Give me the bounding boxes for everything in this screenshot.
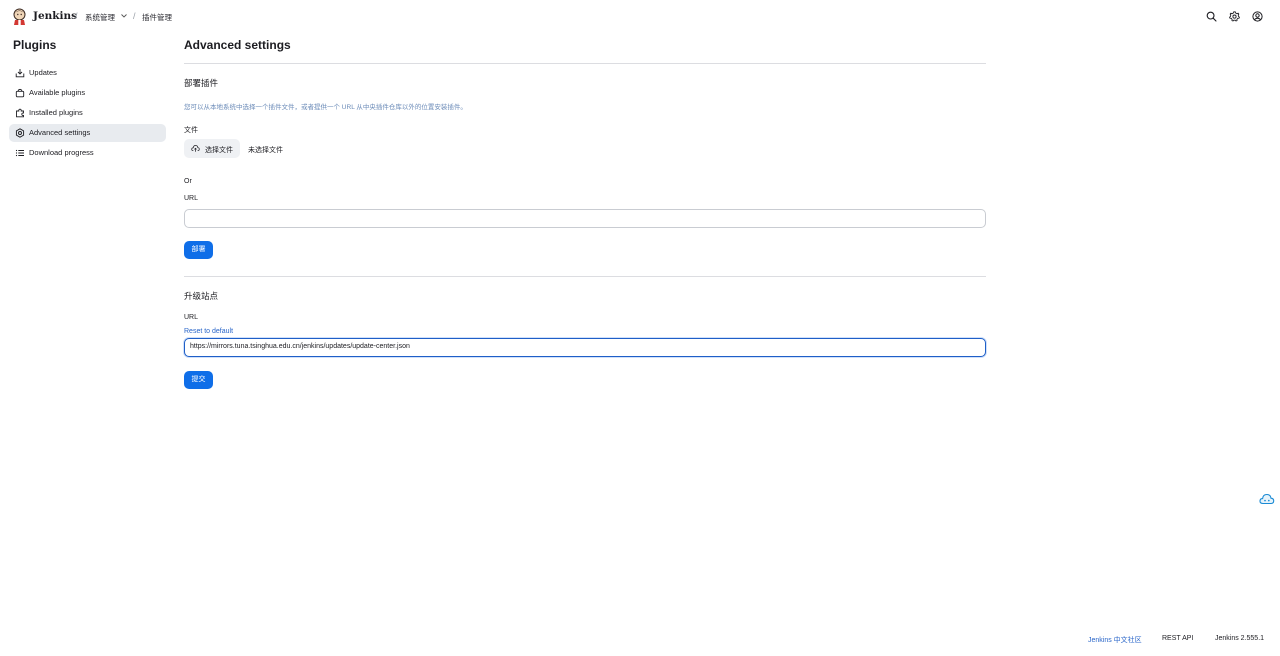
- sidebar-item-label: Updates: [29, 68, 57, 77]
- sidebar-item-advanced-settings[interactable]: Advanced settings: [9, 124, 166, 142]
- breadcrumb-separator: /: [75, 11, 78, 21]
- update-site-title: 升级站点: [184, 291, 219, 301]
- deploy-section-title: 部署插件: [184, 78, 219, 88]
- brand-name[interactable]: Jenkins: [33, 10, 77, 22]
- bag-icon: [15, 88, 25, 98]
- file-label: 文件: [184, 127, 198, 134]
- search-icon[interactable]: [1206, 11, 1217, 22]
- breadcrumb-separator: /: [133, 11, 136, 21]
- top-bar: Jenkins / 系统管理 / 插件管理: [0, 0, 1280, 33]
- breadcrumb-manage[interactable]: 系统管理: [85, 12, 115, 23]
- submit-button[interactable]: 提交: [184, 371, 213, 389]
- gear-icon: [15, 128, 25, 138]
- sidebar-item-label: Advanced settings: [29, 128, 91, 137]
- deploy-button[interactable]: 部署: [184, 241, 213, 259]
- sidebar-item-download-progress[interactable]: Download progress: [9, 144, 166, 162]
- cloud-icon[interactable]: [1259, 492, 1275, 506]
- upload-cloud-icon: [191, 145, 200, 152]
- update-site-url-label: URL: [184, 314, 199, 321]
- footer-version[interactable]: Jenkins 2.555.1: [1215, 635, 1264, 642]
- gear-icon[interactable]: [1229, 11, 1240, 22]
- sidebar-item-label: Available plugins: [29, 88, 86, 97]
- deploy-url-input[interactable]: [184, 209, 986, 228]
- page-title: Advanced settings: [184, 38, 291, 52]
- list-icon: [15, 149, 24, 157]
- sidebar-item-installed-plugins[interactable]: Installed plugins: [9, 104, 166, 122]
- deploy-description: 您可以从本地系统中选择一个插件文件，或者提供一个 URL 从中央插件仓库以外的位…: [184, 104, 467, 111]
- deploy-url-label: URL: [184, 195, 199, 202]
- update-site-url-value: https://mirrors.tuna.tsinghua.edu.cn/jen…: [190, 343, 410, 350]
- chevron-down-icon[interactable]: [120, 12, 128, 20]
- jenkins-logo[interactable]: [12, 8, 27, 25]
- choose-file-label: 选择文件: [205, 146, 233, 154]
- sidebar-item-available-plugins[interactable]: Available plugins: [9, 84, 166, 102]
- sidebar-item-label: Installed plugins: [29, 108, 83, 117]
- puzzle-icon: [16, 108, 24, 118]
- footer-community-link[interactable]: Jenkins 中文社区: [1088, 635, 1142, 645]
- divider: [184, 63, 986, 64]
- sidebar-item-updates[interactable]: Updates: [9, 64, 166, 82]
- no-file-chosen-text: 未选择文件: [248, 147, 283, 154]
- user-icon[interactable]: [1252, 11, 1263, 22]
- choose-file-button[interactable]: 选择文件: [184, 139, 240, 158]
- download-icon: [15, 69, 25, 78]
- sidebar-item-label: Download progress: [29, 148, 94, 157]
- update-site-url-input[interactable]: https://mirrors.tuna.tsinghua.edu.cn/jen…: [184, 338, 986, 357]
- reset-to-default-link[interactable]: Reset to default: [184, 328, 233, 335]
- divider: [184, 276, 986, 277]
- breadcrumb-plugins[interactable]: 插件管理: [142, 12, 172, 23]
- footer-rest-api-link[interactable]: REST API: [1162, 635, 1193, 642]
- sidebar-title: Plugins: [13, 38, 57, 52]
- or-label: Or: [184, 178, 192, 185]
